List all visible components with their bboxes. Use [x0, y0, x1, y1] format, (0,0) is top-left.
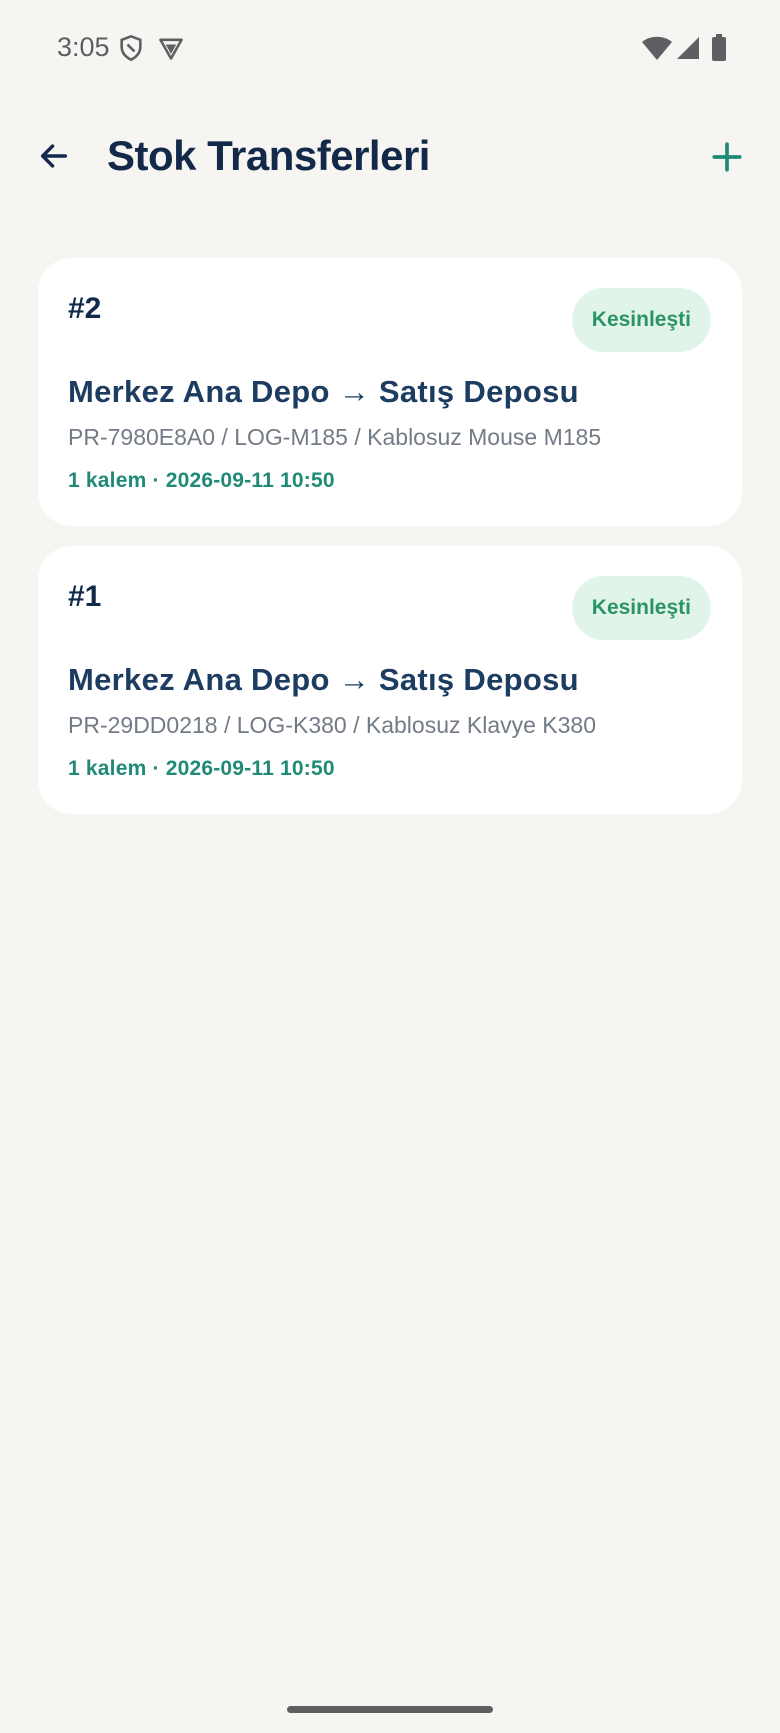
back-button[interactable] [30, 134, 78, 182]
signal-icon [675, 34, 703, 62]
add-transfer-button[interactable] [702, 134, 752, 184]
plus-icon [710, 140, 744, 179]
app-bar: Stok Transferleri [0, 100, 780, 220]
transfer-id: #1 [68, 580, 102, 613]
battery-icon [711, 34, 727, 62]
home-indicator[interactable] [287, 1706, 493, 1713]
page-title: Stok Transferleri [107, 132, 430, 179]
status-bar: 3:05 [0, 0, 780, 100]
status-badge: Kesinleşti [571, 576, 711, 640]
transfer-route: Merkez Ana Depo → Satış Deposu [68, 662, 579, 697]
transfer-details: PR-7980E8A0 / LOG-M185 / Kablosuz Mouse … [68, 424, 602, 450]
status-badge: Kesinleşti [571, 288, 711, 352]
shield-icon [117, 34, 145, 62]
transfer-card[interactable]: #2 Kesinleşti Merkez Ana Depo → Satış De… [38, 258, 742, 526]
transfer-id: #2 [68, 292, 102, 325]
transfer-card[interactable]: #1 Kesinleşti Merkez Ana Depo → Satış De… [38, 546, 742, 814]
transfer-meta: 1 kalem · 2026-09-11 10:50 [68, 469, 335, 492]
transfer-meta: 1 kalem · 2026-09-11 10:50 [68, 757, 335, 780]
transfer-route: Merkez Ana Depo → Satış Deposu [68, 374, 579, 409]
arrow-back-icon [37, 139, 71, 178]
transfer-details: PR-29DD0218 / LOG-K380 / Kablosuz Klavye… [68, 712, 597, 738]
wifi-icon [641, 34, 673, 62]
vpn-icon [157, 34, 185, 62]
status-time: 3:05 [57, 32, 110, 62]
